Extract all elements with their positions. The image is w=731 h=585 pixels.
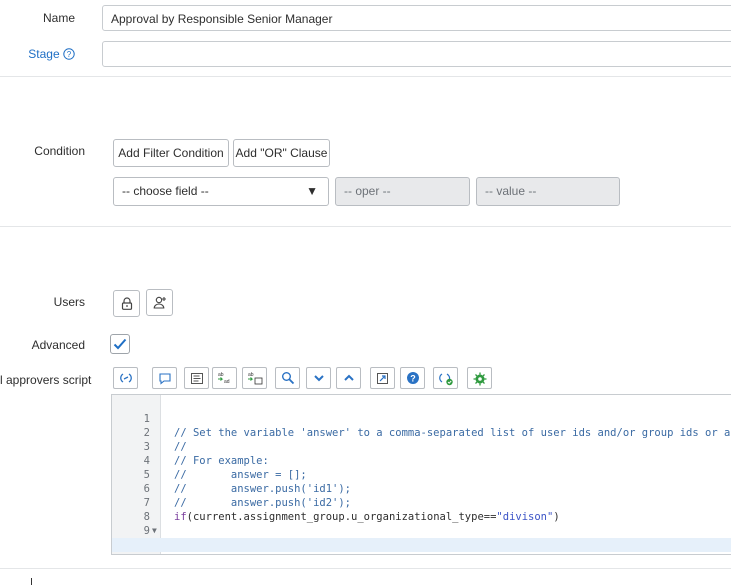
advanced-checkbox[interactable] — [110, 334, 130, 354]
fullscreen-icon — [377, 372, 388, 384]
fullscreen-button[interactable] — [370, 367, 395, 389]
condition-label: Condition — [34, 144, 85, 158]
code-line: 10 } — [112, 524, 731, 554]
stage-label[interactable]: Stage ? — [28, 47, 75, 61]
active-code-line[interactable]: 11 — [112, 538, 731, 554]
replace-all-button[interactable]: ab — [242, 367, 267, 389]
dropdown-arrow-icon: ▼ — [306, 184, 318, 198]
lock-button[interactable] — [113, 290, 140, 317]
code-line: 3 // For example: — [112, 426, 731, 467]
code-line: 7 if(current.assignment_group.u_organiza… — [112, 482, 731, 523]
code-line: 1 // Set the variable 'answer' to a comm… — [112, 398, 731, 439]
add-or-clause-button[interactable]: Add "OR" Clause — [233, 139, 330, 167]
search-button[interactable] — [275, 367, 300, 389]
code-line: 2 // — [112, 412, 731, 453]
code-line: 9 — [112, 510, 731, 537]
svg-text:ab: ab — [248, 372, 254, 378]
script-editor[interactable]: 1 // Set the variable 'answer' to a comm… — [111, 394, 731, 555]
code-line: 5 // answer.push('id1'); — [112, 454, 731, 495]
choose-field-value: -- choose field -- — [122, 184, 209, 198]
stage-input[interactable] — [102, 41, 731, 67]
comment-icon — [158, 372, 171, 385]
value-input: -- value -- — [476, 177, 620, 206]
advanced-label: Advanced — [31, 338, 85, 352]
add-filter-condition-button[interactable]: Add Filter Condition — [113, 139, 229, 167]
section-divider — [0, 226, 731, 227]
help-button[interactable]: ? — [400, 367, 425, 389]
section-divider — [0, 568, 731, 569]
comment-button[interactable] — [152, 367, 177, 389]
help-icon: ? — [406, 372, 419, 384]
script-settings-button[interactable] — [467, 367, 492, 389]
svg-text:?: ? — [410, 373, 416, 383]
code-text: } — [174, 552, 180, 554]
svg-text:ad: ad — [224, 379, 230, 385]
toggle-syntax-icon — [119, 373, 132, 383]
check-icon — [113, 338, 127, 350]
chevron-up-icon — [343, 374, 354, 381]
lock-icon — [121, 297, 132, 310]
operator-select: -- oper -- — [335, 177, 470, 206]
code-line: 8 ▼ { — [112, 496, 731, 551]
choose-field-select[interactable]: -- choose field -- ▼ — [113, 177, 329, 206]
replace-button[interactable]: ab ad — [212, 367, 237, 389]
line-number: 11 — [112, 552, 150, 554]
help-circle-icon[interactable]: ? — [63, 48, 75, 60]
add-user-icon — [153, 296, 166, 309]
toggle-syntax-button[interactable] — [113, 367, 138, 389]
replace-icon: ab ad — [217, 372, 230, 385]
approvers-script-label: l approvers script — [0, 373, 92, 387]
svg-text:?: ? — [67, 50, 72, 59]
text-cursor — [31, 578, 32, 585]
section-divider — [0, 76, 731, 77]
chevron-down-icon — [313, 375, 324, 382]
script-debug-icon — [438, 373, 453, 385]
format-code-button[interactable] — [184, 367, 209, 389]
find-next-button[interactable] — [306, 367, 331, 389]
script-settings-icon — [473, 372, 486, 385]
svg-text:ab: ab — [218, 372, 224, 378]
code-line: 4 // answer = []; — [112, 440, 731, 481]
code-line: 6 // answer.push('id2'); — [112, 468, 731, 509]
name-label: Name — [42, 11, 75, 25]
stage-label-text[interactable]: Stage — [28, 47, 59, 61]
script-debug-button[interactable] — [433, 367, 458, 389]
find-previous-button[interactable] — [336, 367, 361, 389]
search-icon — [281, 372, 294, 385]
replace-all-icon: ab — [247, 372, 262, 385]
add-user-button[interactable] — [146, 289, 173, 316]
name-input[interactable]: Approval by Responsible Senior Manager — [102, 5, 731, 31]
format-code-icon — [190, 372, 203, 384]
users-label: Users — [53, 295, 85, 309]
